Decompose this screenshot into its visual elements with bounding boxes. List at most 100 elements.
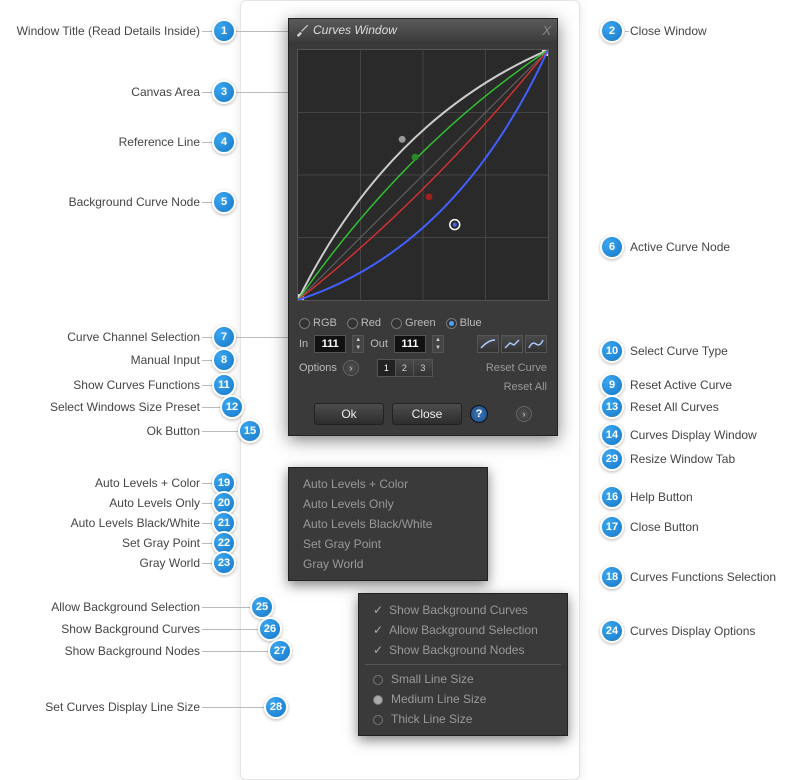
window-title: Curves Window (313, 23, 397, 37)
callout-label-27: Show Background Nodes (0, 644, 200, 658)
curve-type-3[interactable] (525, 335, 547, 353)
connector (202, 543, 212, 544)
connector (202, 337, 212, 338)
curve-type-1[interactable] (477, 335, 499, 353)
channel-rgb[interactable]: RGB (299, 317, 337, 329)
channel-radio-group: RGB Red Green Blue (299, 317, 547, 329)
callout-badge-9: 9 (600, 373, 624, 397)
callout-label-18: Curves Functions Selection (630, 570, 776, 584)
display-options-toggle[interactable]: › (516, 406, 532, 422)
panel-body: RGB Red Green Blue In 111 ▲▼ Out 111 ▲▼ … (289, 309, 557, 435)
callout-label-2: Close Window (630, 24, 707, 38)
callout-label-13: Reset All Curves (630, 400, 719, 414)
preset-3[interactable]: 3 (414, 360, 432, 376)
close-button[interactable]: Close (392, 403, 462, 425)
fn-auto-levels-color[interactable]: Auto Levels + Color (289, 474, 487, 494)
callout-label-11: Show Curves Functions (0, 378, 200, 392)
ok-button[interactable]: Ok (314, 403, 384, 425)
preset-1[interactable]: 1 (378, 360, 396, 376)
connector (202, 523, 212, 524)
callout-badge-16: 16 (600, 485, 624, 509)
callout-badge-4: 4 (212, 130, 236, 154)
channel-green[interactable]: Green (391, 317, 436, 329)
connector (202, 385, 212, 386)
preset-2[interactable]: 2 (396, 360, 414, 376)
fn-set-gray-point[interactable]: Set Gray Point (289, 534, 487, 554)
callout-badge-11: 11 (212, 373, 236, 397)
reset-all-link[interactable]: Reset All (504, 381, 547, 393)
connector (202, 431, 238, 432)
curves-canvas[interactable] (297, 49, 549, 301)
connector (202, 503, 212, 504)
out-label: Out (370, 338, 388, 350)
connector (202, 202, 212, 203)
connector (236, 31, 292, 32)
size-preset-group: 1 2 3 (377, 359, 433, 377)
callout-badge-6: 6 (600, 235, 624, 259)
callout-label-28: Set Curves Display Line Size (0, 700, 200, 714)
callout-badge-1: 1 (212, 19, 236, 43)
callout-label-21: Auto Levels Black/White (0, 516, 200, 530)
callout-label-16: Help Button (630, 490, 693, 504)
connector (625, 31, 629, 32)
opt-line-medium[interactable]: Medium Line Size (359, 689, 567, 709)
curves-window: Curves Window X (288, 18, 558, 436)
help-button[interactable]: ? (470, 405, 488, 423)
in-stepper[interactable]: ▲▼ (352, 335, 364, 353)
curve-type-2[interactable] (501, 335, 523, 353)
callout-badge-5: 5 (212, 190, 236, 214)
callout-label-10: Select Curve Type (630, 344, 728, 358)
bg-node-red (425, 193, 432, 200)
opt-line-thick[interactable]: Thick Line Size (359, 709, 567, 729)
out-value[interactable]: 111 (394, 335, 426, 353)
callout-label-23: Gray World (0, 556, 200, 570)
connector (202, 31, 212, 32)
callout-badge-3: 3 (212, 80, 236, 104)
channel-blue[interactable]: Blue (446, 317, 482, 329)
callout-badge-14: 14 (600, 423, 624, 447)
callout-label-19: Auto Levels + Color (0, 476, 200, 490)
opt-show-bg-curves[interactable]: Show Background Curves (359, 600, 567, 620)
bottom-buttons: Ok Close ? › (299, 403, 547, 425)
callout-badge-15: 15 (238, 419, 262, 443)
connector (202, 142, 212, 143)
callout-badge-26: 26 (258, 617, 282, 641)
fn-auto-levels-only[interactable]: Auto Levels Only (289, 494, 487, 514)
channel-red[interactable]: Red (347, 317, 381, 329)
callout-label-1: Window Title (Read Details Inside) (0, 24, 200, 38)
callout-badge-29: 29 (600, 447, 624, 471)
callout-label-15: Ok Button (0, 424, 200, 438)
callout-badge-24: 24 (600, 619, 624, 643)
fn-auto-levels-bw[interactable]: Auto Levels Black/White (289, 514, 487, 534)
callout-badge-27: 27 (268, 639, 292, 663)
callout-label-4: Reference Line (0, 135, 200, 149)
opt-line-small[interactable]: Small Line Size (359, 669, 567, 689)
callout-label-9: Reset Active Curve (630, 378, 732, 392)
titlebar[interactable]: Curves Window X (289, 19, 557, 41)
callout-label-7: Curve Channel Selection (0, 330, 200, 344)
callout-badge-18: 18 (600, 565, 624, 589)
callout-badge-8: 8 (212, 348, 236, 372)
out-stepper[interactable]: ▲▼ (432, 335, 444, 353)
options-row: Options › 1 2 3 Reset Curve (299, 359, 547, 377)
reset-curve-link[interactable]: Reset Curve (486, 362, 547, 374)
callout-badge-23: 23 (212, 551, 236, 575)
in-label: In (299, 338, 308, 350)
options-label: Options (299, 362, 337, 374)
curves-display-menu: Show Background Curves Allow Background … (358, 593, 568, 736)
callout-badge-28: 28 (264, 695, 288, 719)
opt-allow-bg-selection[interactable]: Allow Background Selection (359, 620, 567, 640)
reset-all-row: Reset All (299, 381, 547, 393)
connector (202, 651, 268, 652)
options-toggle[interactable]: › (343, 360, 359, 376)
bg-node-rgb (399, 136, 406, 143)
opt-show-bg-nodes[interactable]: Show Background Nodes (359, 640, 567, 660)
callout-badge-13: 13 (600, 395, 624, 419)
callout-label-29: Resize Window Tab (630, 452, 735, 466)
connector (202, 360, 212, 361)
in-value[interactable]: 111 (314, 335, 346, 353)
close-window-button[interactable]: X (542, 23, 551, 38)
connector (202, 707, 264, 708)
callout-label-3: Canvas Area (0, 85, 200, 99)
fn-gray-world[interactable]: Gray World (289, 554, 487, 574)
